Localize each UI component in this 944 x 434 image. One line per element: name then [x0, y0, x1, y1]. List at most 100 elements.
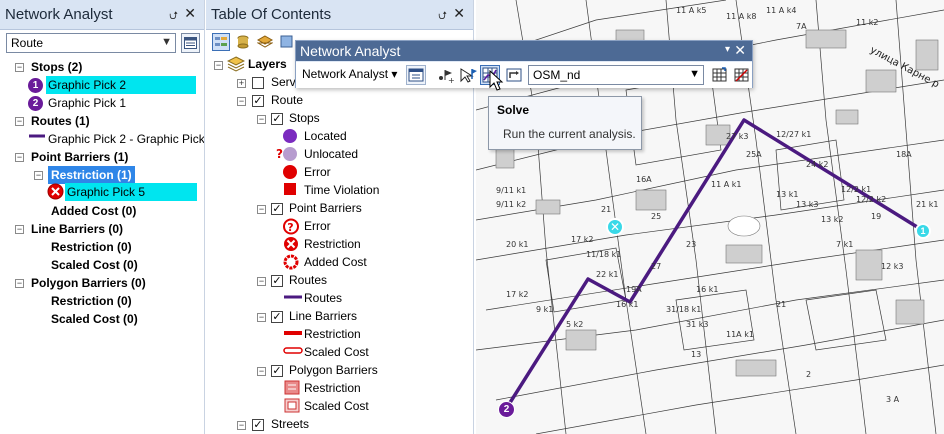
located-stop-icon — [283, 129, 297, 143]
parcel-address-label: 31/18 k1 — [666, 305, 702, 314]
na-titlebar[interactable]: Network Analyst ⮍ ✕ — [0, 0, 204, 30]
stops-visibility-checkbox[interactable]: ✓ — [271, 113, 283, 125]
collapse-stops[interactable]: − — [15, 63, 24, 72]
group-added-cost[interactable]: Added Cost (0) — [51, 202, 136, 220]
collapse-polygon-barriers[interactable]: − — [15, 279, 24, 288]
collapse-toc-line-barriers[interactable]: − — [257, 313, 266, 322]
tooltip-description: Run the current analysis. — [503, 127, 636, 141]
list-by-source-button[interactable] — [234, 33, 252, 51]
parcel-address-label: 21 — [601, 205, 612, 214]
group-point-barriers[interactable]: Point Barriers (1) — [31, 148, 128, 166]
list-by-selection-button[interactable] — [278, 33, 296, 51]
close-icon[interactable]: ✕ — [453, 5, 465, 22]
stop-2-marker[interactable]: 2 — [498, 401, 515, 418]
collapse-toc-polygon-barriers[interactable]: − — [257, 367, 266, 376]
toc-point-barriers[interactable]: Point Barriers — [289, 199, 362, 217]
polygon-restriction[interactable]: Restriction (0) — [51, 292, 132, 310]
network-analyst-toolbar[interactable]: Network Analyst ▾ ✕ Network Analyst ▾ + — [295, 40, 753, 88]
group-line-barriers[interactable]: Line Barriers (0) — [31, 220, 123, 238]
collapse-streets[interactable]: − — [237, 421, 246, 430]
toc-polygon-barriers[interactable]: Polygon Barriers — [289, 361, 378, 379]
toc-routes[interactable]: Routes — [289, 271, 327, 289]
legend-lb-restriction: Restriction — [304, 327, 361, 341]
parcel-address-label: 16 k1 — [696, 285, 719, 294]
line-scaled-cost[interactable]: Scaled Cost (0) — [51, 256, 138, 274]
group-stops[interactable]: Stops (2) — [31, 58, 82, 76]
route-visibility-checkbox[interactable]: ✓ — [252, 95, 264, 107]
svg-text:+: + — [448, 76, 455, 84]
polygon-scaled-cost[interactable]: Scaled Cost (0) — [51, 310, 138, 328]
close-icon[interactable]: ✕ — [184, 5, 196, 22]
parcel-address-label: 13 k3 — [796, 200, 819, 209]
chevron-down-icon[interactable]: ▼ — [689, 68, 700, 80]
service-visibility-checkbox[interactable] — [252, 77, 264, 89]
directions-button[interactable] — [504, 65, 524, 85]
collapse-line-barriers[interactable]: − — [15, 225, 24, 234]
collapse-toc-routes[interactable]: − — [257, 277, 266, 286]
group-routes[interactable]: Routes (1) — [31, 112, 90, 130]
network-dataset-select[interactable]: OSM_nd ▼ — [528, 65, 704, 85]
toolbar-titlebar[interactable]: Network Analyst ▾ ✕ — [296, 41, 752, 61]
parcel-address-label: 17 k2 — [506, 290, 529, 299]
collapse-toc-stops[interactable]: − — [257, 115, 266, 124]
toc-stops[interactable]: Stops — [289, 109, 320, 127]
parcel-address-label: 7A — [796, 22, 807, 31]
network-analyst-menu[interactable]: Network Analyst ▾ — [302, 67, 397, 81]
select-move-location-button[interactable] — [458, 65, 478, 85]
collapse-route[interactable]: − — [237, 97, 246, 106]
drawing-order-icon — [215, 37, 227, 46]
line-barriers-visibility-checkbox[interactable]: ✓ — [271, 311, 283, 323]
collapse-point-barriers[interactable]: − — [15, 153, 24, 162]
collapse-layers[interactable]: − — [214, 61, 223, 70]
legend-pb-added-cost: Added Cost — [304, 255, 367, 269]
build-network-button[interactable] — [710, 65, 730, 85]
route-graphic-pick[interactable]: Graphic Pick 2 - Graphic Pick — [48, 130, 204, 148]
create-network-location-button[interactable]: + — [436, 65, 456, 85]
parcel-address-label: 23 — [686, 240, 697, 249]
analysis-properties-button[interactable] — [181, 33, 200, 53]
toc-titlebar[interactable]: Table Of Contents ⮍ ✕ — [206, 0, 473, 30]
group-restriction[interactable]: Restriction (1) — [48, 166, 135, 184]
restriction-barrier-marker[interactable]: ✕ — [606, 218, 624, 236]
toolbar-body: Network Analyst ▾ + OSM_nd ▼ — [296, 62, 752, 88]
collapse-toc-point-barriers[interactable]: − — [257, 205, 266, 214]
parcel-address-label: 24 k2 — [806, 160, 829, 169]
analysis-layer-select[interactable]: Route ▼ — [6, 33, 176, 53]
polygon-barriers-visibility-checkbox[interactable]: ✓ — [271, 365, 283, 377]
route-line-icon — [29, 134, 45, 138]
network-identify-button[interactable] — [732, 65, 752, 85]
na-window-toggle-button[interactable] — [406, 65, 426, 85]
parcel-address-label: 21 — [776, 300, 787, 309]
group-polygon-barriers[interactable]: Polygon Barriers (0) — [31, 274, 146, 292]
streets-visibility-checkbox[interactable]: ✓ — [252, 419, 264, 431]
barrier-graphic-pick-5[interactable]: Graphic Pick 5 — [65, 183, 197, 201]
pin-icon[interactable]: ⮍ — [169, 7, 178, 26]
parcel-address-label: 18A — [896, 150, 912, 159]
toc-streets[interactable]: Streets — [271, 415, 309, 433]
toc-layers[interactable]: Layers — [248, 55, 287, 73]
svg-text:?: ? — [287, 221, 293, 234]
parcel-address-label: 13 k2 — [821, 215, 844, 224]
chevron-down-icon[interactable]: ▼ — [161, 36, 172, 48]
parcel-address-label: 9 k1 — [536, 305, 554, 314]
list-by-visibility-button[interactable] — [256, 33, 274, 51]
parcel-address-label: 25 — [651, 212, 662, 221]
network-dataset-value: OSM_nd — [533, 68, 581, 82]
stop-graphic-pick-1[interactable]: Graphic Pick 1 — [48, 94, 126, 112]
close-icon[interactable]: ✕ — [734, 42, 746, 59]
list-by-drawing-order-button[interactable] — [212, 33, 230, 51]
collapse-restriction[interactable]: − — [34, 171, 43, 180]
collapse-routes[interactable]: − — [15, 117, 24, 126]
toc-route[interactable]: Route — [271, 91, 303, 109]
expand-service[interactable]: + — [237, 79, 246, 88]
parcel-address-label: 12/27 k1 — [776, 130, 812, 139]
toolbar-menu-icon[interactable]: ▾ — [725, 44, 730, 55]
point-barriers-visibility-checkbox[interactable]: ✓ — [271, 203, 283, 215]
stop-graphic-pick-2[interactable]: Graphic Pick 2 — [46, 76, 196, 94]
routes-visibility-checkbox[interactable]: ✓ — [271, 275, 283, 287]
line-restriction[interactable]: Restriction (0) — [51, 238, 132, 256]
parcel-address-label: 11/18 k1 — [586, 250, 622, 259]
pin-icon[interactable]: ⮍ — [438, 7, 447, 26]
stop-1-marker[interactable]: 1 — [915, 223, 931, 239]
toc-line-barriers[interactable]: Line Barriers — [289, 307, 357, 325]
